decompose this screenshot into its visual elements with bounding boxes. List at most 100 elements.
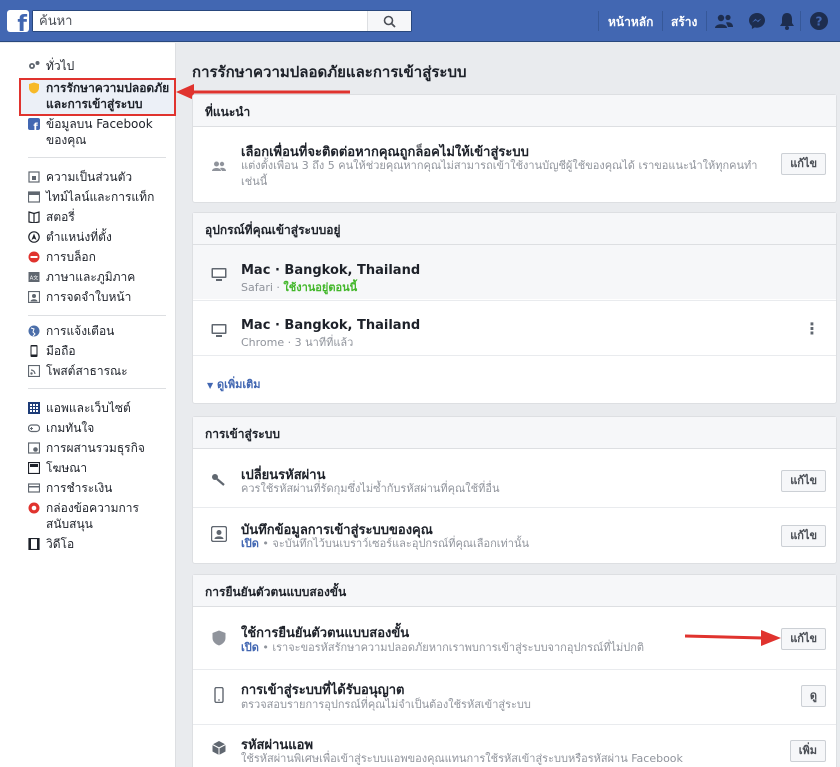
- sidebar-item-instant-games[interactable]: เกมทันใจ: [28, 420, 94, 436]
- edit-two-factor-button[interactable]: แก้ไข: [781, 628, 826, 650]
- row-divider: [193, 355, 836, 356]
- sidebar-item-videos[interactable]: วิดีโอ: [28, 536, 74, 552]
- sidebar-item-ads[interactable]: โฆษณา: [28, 460, 87, 476]
- desktop-icon: [211, 324, 227, 337]
- device-row[interactable]: Mac · Bangkok, Thailand Safari · ใช้งานอ…: [193, 245, 836, 299]
- edit-password-button[interactable]: แก้ไข: [781, 470, 826, 492]
- more-options-icon[interactable]: ⋮: [804, 319, 820, 338]
- active-now-status: ใช้งานอยู่ตอนนี้: [283, 281, 358, 294]
- annotation-arrow-right: [685, 630, 781, 646]
- mobile-icon: [214, 687, 224, 703]
- settings-sidebar: ทั่วไป การรักษาความปลอดภัยและการเข้าสู่ร…: [0, 43, 176, 767]
- video-icon: [28, 538, 40, 550]
- authorized-logins-row[interactable]: การเข้าสู่ระบบที่ได้รับอนุญาต ตรวจสอบราย…: [193, 670, 836, 724]
- section-header: ที่แนะนำ: [193, 95, 836, 127]
- app-passwords-description: ใช้รหัสผ่านพิเศษเพื่อเข้าสู่ระบบแอพของคุ…: [241, 752, 683, 765]
- trusted-contacts-row[interactable]: เลือกเพื่อนที่จะติดต่อหากคุณถูกล็อคไม่ให…: [193, 127, 836, 203]
- sidebar-item-payments[interactable]: การชำระเงิน: [28, 480, 112, 496]
- sidebar-divider: [28, 388, 166, 389]
- app-passwords-row[interactable]: รหัสผ่านแอพ ใช้รหัสผ่านพิเศษเพื่อเข้าสู่…: [193, 725, 836, 767]
- device-row[interactable]: Mac · Bangkok, Thailand Chrome · 3 นาทีท…: [193, 301, 836, 355]
- change-password-row[interactable]: เปลี่ยนรหัสผ่าน ควรใช้รหัสผ่านที่รัดกุมซ…: [193, 449, 836, 507]
- edit-trusted-contacts-button[interactable]: แก้ไข: [781, 153, 826, 175]
- friends-icon[interactable]: [713, 10, 735, 32]
- friends-icon: [212, 161, 226, 171]
- block-icon: [28, 251, 40, 263]
- apps-icon: [28, 402, 40, 414]
- business-icon: [28, 442, 40, 454]
- two-factor-description: เปิด • เราจะขอรหัสรักษาความปลอดภัยหากเรา…: [241, 641, 645, 654]
- section-header: อุปกรณ์ที่คุณเข้าสู่ระบบอยู่: [193, 213, 836, 245]
- sidebar-item-timeline[interactable]: ไทม์ไลน์และการแท็ก: [28, 189, 154, 205]
- sidebar-item-public-posts[interactable]: โพสต์สาธารณะ: [28, 363, 128, 379]
- desktop-icon: [211, 268, 227, 281]
- sidebar-item-blocking[interactable]: การบล็อก: [28, 249, 96, 265]
- device-meta: Chrome · 3 นาทีที่แล้ว: [241, 336, 354, 349]
- facebook-icon: f: [28, 118, 40, 130]
- globe-icon: [28, 325, 40, 337]
- sidebar-item-language[interactable]: A文 ภาษาและภูมิภาค: [28, 269, 135, 285]
- sidebar-item-apps[interactable]: แอพและเว็บไซต์: [28, 400, 131, 416]
- save-login-description: เปิด • จะบันทึกไว้บนเบราว์เซอร์และอุปกรณ…: [241, 537, 530, 550]
- sidebar-item-face-recognition[interactable]: การจดจำใบหน้า: [28, 289, 131, 305]
- sidebar-item-your-facebook-info[interactable]: f ข้อมูลบน Facebook ของคุณ: [28, 116, 178, 148]
- nav-divider: [662, 11, 663, 31]
- lock-icon: [28, 171, 40, 183]
- sidebar-item-support-inbox[interactable]: กล่องข้อความการสนับสนุน: [28, 500, 168, 532]
- trusted-contacts-description-cont: เช่นนี้: [241, 175, 268, 188]
- section-header: การยืนยันตัวตนแบบสองขั้น: [193, 575, 836, 607]
- nav-divider: [800, 11, 801, 31]
- see-more-link[interactable]: ▼ ดูเพิ่มเติม: [207, 375, 261, 393]
- facebook-logo-icon[interactable]: f: [7, 10, 29, 32]
- key-icon: [212, 474, 225, 486]
- sidebar-item-notifications[interactable]: การแจ้งเตือน: [28, 323, 114, 339]
- sidebar-item-stories[interactable]: สตอรี่: [28, 209, 75, 225]
- device-title: Mac · Bangkok, Thailand: [241, 318, 421, 333]
- nav-home-link[interactable]: หน้าหลัก: [608, 13, 653, 32]
- status-on: เปิด: [241, 537, 259, 550]
- help-icon[interactable]: ?: [808, 10, 830, 32]
- trusted-contacts-description: แต่งตั้งเพื่อน 3 ถึง 5 คนให้ช่วยคุณหากคุ…: [241, 159, 758, 172]
- rss-icon: [28, 365, 40, 377]
- language-icon: A文: [28, 272, 40, 282]
- section-header: การเข้าสู่ระบบ: [193, 417, 836, 449]
- gear-icon: [29, 61, 40, 69]
- svg-text:?: ?: [816, 15, 823, 29]
- change-password-description: ควรใช้รหัสผ่านที่รัดกุมซึ่งไม่ซ้ำกับรหัส…: [241, 482, 500, 495]
- search-input[interactable]: [33, 11, 363, 31]
- devices-card: อุปกรณ์ที่คุณเข้าสู่ระบบอยู่ Mac · Bangk…: [192, 212, 837, 404]
- nav-divider: [598, 11, 599, 31]
- search-icon: [383, 15, 396, 28]
- status-on: เปิด: [241, 641, 259, 654]
- search-box: [32, 10, 412, 32]
- face-icon: [28, 291, 40, 303]
- book-icon: [28, 211, 40, 223]
- svg-text:f: f: [33, 122, 38, 130]
- sidebar-divider: [28, 157, 166, 158]
- authorized-logins-description: ตรวจสอบรายการอุปกรณ์ที่คุณไม่จำเป็นต้องใ…: [241, 698, 531, 711]
- top-navigation-bar: f หน้าหลัก สร้าง ?: [0, 0, 840, 42]
- svg-text:A文: A文: [30, 275, 38, 282]
- nav-divider: [706, 11, 707, 31]
- nav-create-link[interactable]: สร้าง: [671, 13, 697, 32]
- view-authorized-logins-button[interactable]: ดู: [800, 685, 826, 707]
- messenger-icon[interactable]: [746, 10, 768, 32]
- shield-icon: [212, 630, 226, 646]
- edit-save-login-button[interactable]: แก้ไข: [781, 525, 826, 547]
- search-button[interactable]: [367, 11, 411, 31]
- save-login-row[interactable]: บันทึกข้อมูลการเข้าสู่ระบบของคุณ เปิด • …: [193, 508, 836, 564]
- caret-down-icon: ▼: [207, 381, 214, 390]
- shield-icon: [29, 82, 39, 94]
- sidebar-item-location[interactable]: ตำแหน่งที่ตั้ง: [28, 229, 112, 245]
- sidebar-item-business-integrations[interactable]: การผสานรวมธุรกิจ: [28, 440, 145, 456]
- sidebar-item-mobile[interactable]: มือถือ: [28, 343, 76, 359]
- notifications-icon[interactable]: [776, 10, 798, 32]
- support-icon: [28, 502, 40, 514]
- sidebar-item-general[interactable]: ทั่วไป: [28, 58, 74, 74]
- add-app-password-button[interactable]: เพิ่ม: [789, 740, 826, 762]
- sidebar-item-privacy[interactable]: ความเป็นส่วนตัว: [28, 169, 132, 185]
- device-meta: Safari · ใช้งานอยู่ตอนนี้: [241, 281, 358, 294]
- cube-icon: [212, 741, 226, 755]
- mobile-icon: [30, 345, 38, 357]
- sidebar-item-security[interactable]: การรักษาความปลอดภัยและการเข้าสู่ระบบ: [28, 80, 178, 112]
